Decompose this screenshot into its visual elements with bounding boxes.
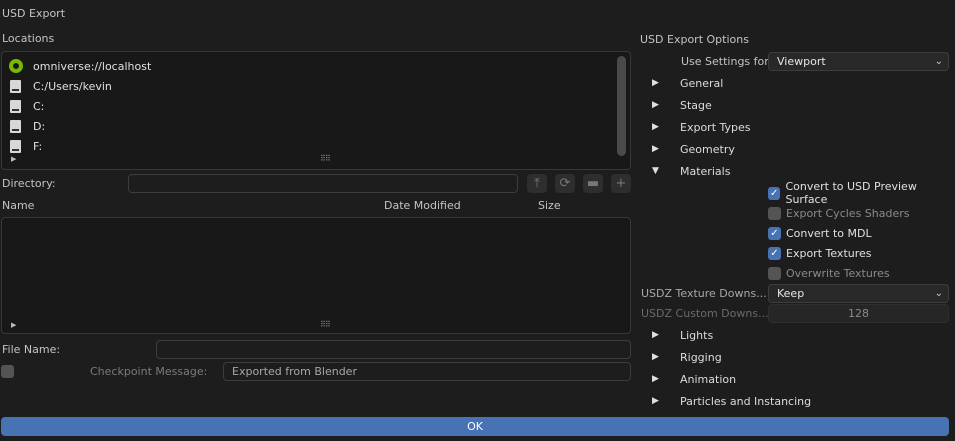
location-label: omniverse://localhost [33,59,152,73]
triangle-right-icon: ▶ [652,330,659,340]
locations-panel: omniverse://localhost C:/Users/kevin C: … [1,51,631,170]
refresh-icon: ⟳ [559,176,571,191]
section-label: Materials [680,164,731,178]
locations-label: Locations [2,32,55,45]
scrollbar[interactable] [617,56,626,156]
section-general[interactable]: ▶ General [652,73,723,93]
section-label: Export Types [680,120,751,134]
export-cycles-shaders-checkbox[interactable]: Export Cycles Shaders [768,204,910,222]
drive-icon [10,79,21,93]
checkbox-label: Convert to USD Preview Surface [785,180,917,206]
checkbox-label: Overwrite Textures [786,266,890,280]
checkbox-box [768,266,781,280]
resize-grip-icon[interactable]: ⠿⠿ [320,320,331,329]
usdz-texture-label: USDZ Texture Downs... [641,287,767,300]
ok-button[interactable]: OK [1,417,949,436]
checkbox-box [768,206,781,220]
triangle-right-icon: ▶ [652,374,659,384]
section-label: Stage [680,98,712,112]
section-geometry[interactable]: ▶ Geometry [652,139,735,159]
resize-grip-icon[interactable]: ⠿⠿ [320,154,331,163]
drive-icon [10,119,21,133]
checkbox-label: Export Textures [786,246,872,260]
checkmark-icon: ✓ [768,226,781,240]
usdz-custom-field[interactable]: 128 [768,304,949,323]
parent-directory-button[interactable]: ⤒ [527,174,547,193]
expand-triangle-icon[interactable]: ▶ [11,321,16,329]
arrow-up-icon: ⤒ [534,176,540,191]
use-settings-label: Use Settings for [681,55,769,68]
location-item[interactable]: D: [10,116,45,136]
file-name-label: File Name: [2,343,61,356]
convert-mdl-checkbox[interactable]: ✓ Convert to MDL [768,224,872,242]
triangle-down-icon: ▼ [652,166,659,176]
location-item[interactable]: omniverse://localhost [9,56,152,76]
section-stage[interactable]: ▶ Stage [652,95,712,115]
triangle-right-icon: ▶ [652,396,659,406]
section-label: Geometry [680,142,735,156]
section-label: General [680,76,724,90]
checkbox-label: Convert to MDL [786,226,872,240]
new-folder-button[interactable]: ▬ [583,174,603,193]
drive-icon [10,99,21,113]
checkmark-icon: ✓ [768,186,781,200]
triangle-right-icon: ▶ [652,100,659,110]
add-button[interactable]: + [611,174,631,193]
triangle-right-icon: ▶ [652,122,659,132]
checkpoint-label: Checkpoint Message: [90,365,208,378]
directory-input[interactable] [128,174,518,193]
refresh-button[interactable]: ⟳ [555,174,575,193]
location-label: D: [33,119,46,133]
checkbox-label: Export Cycles Shaders [786,206,910,220]
section-label: Rigging [680,350,722,364]
dialog-title: USD Export [2,7,66,20]
use-settings-dropdown[interactable]: Viewport ⌄ [768,52,949,71]
dropdown-value: Viewport [777,55,826,68]
location-label: C:/Users/kevin [33,79,112,93]
export-textures-checkbox[interactable]: ✓ Export Textures [768,244,872,262]
column-size[interactable]: Size [538,199,561,212]
chevron-down-icon: ⌄ [934,56,943,67]
section-export-types[interactable]: ▶ Export Types [652,117,751,137]
drive-icon [10,139,21,153]
file-list-panel[interactable]: ▶ ⠿⠿ [1,217,631,334]
omniverse-icon [9,59,23,73]
section-label: Animation [680,372,737,386]
directory-label: Directory: [2,177,56,190]
checkpoint-message-input[interactable]: Exported from Blender [223,362,631,381]
location-label: F: [33,139,43,153]
location-item[interactable]: C: [10,96,44,116]
triangle-right-icon: ▶ [652,352,659,362]
column-name[interactable]: Name [2,199,34,212]
dropdown-value: Keep [777,287,805,300]
usdz-custom-label: USDZ Custom Downs... [641,307,769,320]
section-label: Particles and Instancing [680,394,812,408]
file-name-input[interactable] [156,340,631,359]
expand-triangle-icon[interactable]: ▶ [11,155,16,163]
section-particles[interactable]: ▶ Particles and Instancing [652,391,811,411]
column-date-modified[interactable]: Date Modified [384,199,461,212]
section-rigging[interactable]: ▶ Rigging [652,347,722,367]
checkpoint-checkbox[interactable] [1,365,14,378]
convert-usd-preview-checkbox[interactable]: ✓ Convert to USD Preview Surface [768,180,955,206]
triangle-right-icon: ▶ [652,144,659,154]
section-animation[interactable]: ▶ Animation [652,369,736,389]
chevron-down-icon: ⌄ [934,288,943,299]
location-label: C: [33,99,45,113]
section-label: Lights [680,328,714,342]
location-item[interactable]: F: [10,136,42,156]
options-title: USD Export Options [640,33,749,46]
usdz-texture-dropdown[interactable]: Keep ⌄ [768,284,949,303]
plus-icon: + [615,176,627,191]
section-materials[interactable]: ▼ Materials [652,161,730,181]
location-item[interactable]: C:/Users/kevin [10,76,112,96]
checkmark-icon: ✓ [768,246,781,260]
triangle-right-icon: ▶ [652,78,659,88]
section-lights[interactable]: ▶ Lights [652,325,713,345]
overwrite-textures-checkbox[interactable]: Overwrite Textures [768,264,890,282]
new-folder-icon: ▬ [586,176,600,191]
